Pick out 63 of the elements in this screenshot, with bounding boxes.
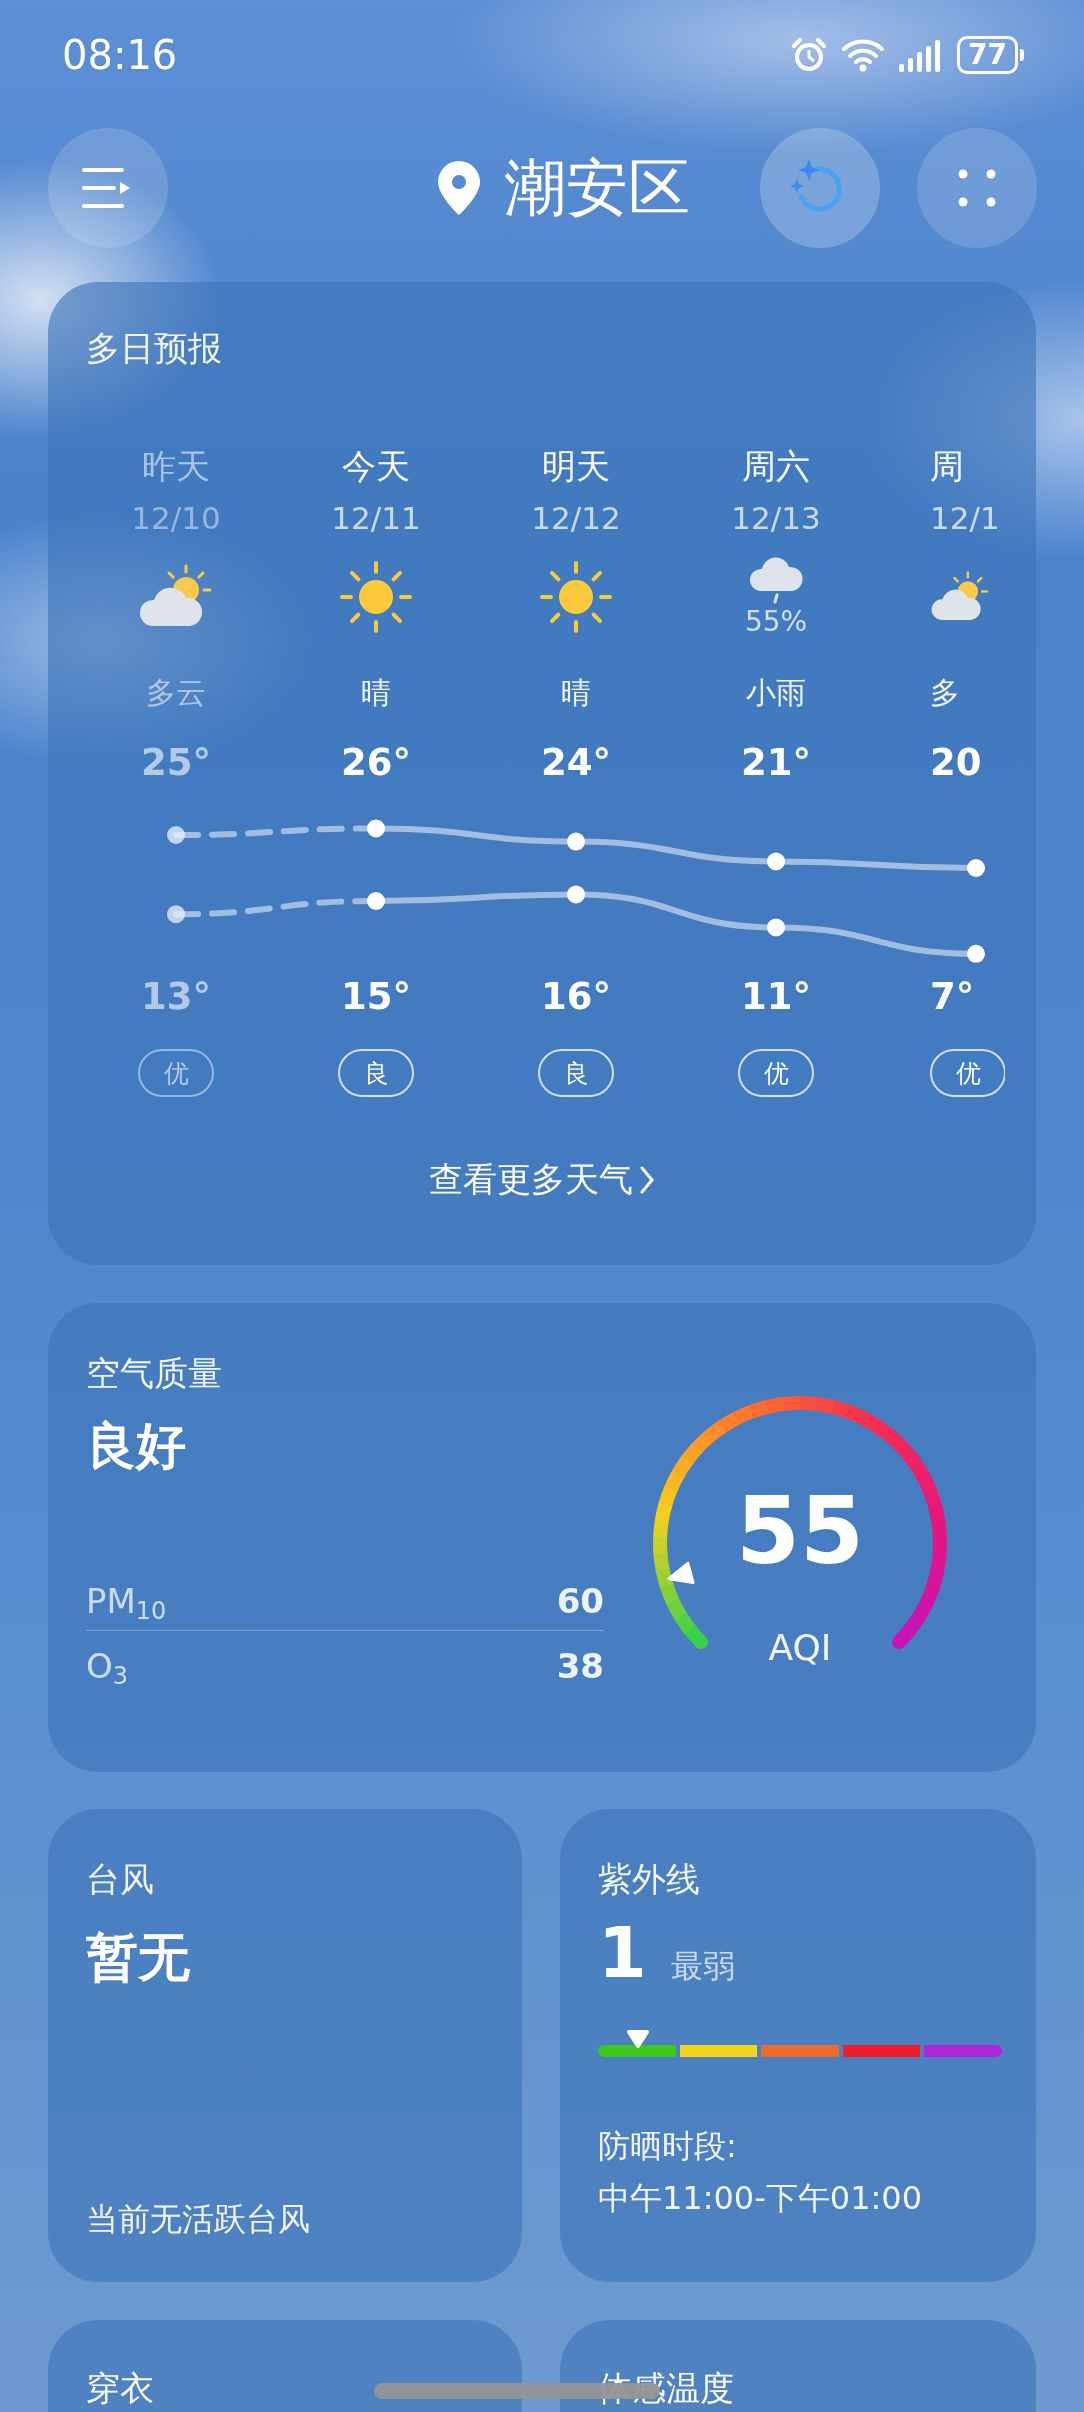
weather-condition: 多云	[146, 675, 206, 711]
card-title: 空气质量	[86, 1352, 223, 1395]
low-temperature: 7°	[930, 975, 975, 1019]
city-name: 潮安区	[504, 150, 690, 226]
date-label: 12/11	[331, 500, 421, 536]
pollutant-name: O$_{3}$	[86, 1645, 129, 1692]
day-label: 明天	[542, 446, 610, 486]
aqi-pointer	[667, 1561, 695, 1585]
chevron-right-icon	[639, 1165, 655, 1195]
pollutant-value: 60	[556, 1580, 604, 1623]
status-time: 08:16	[62, 32, 178, 78]
aqi-badge: 良	[538, 1049, 614, 1097]
low-temperature: 15°	[341, 975, 411, 1019]
uv-rating: 最弱	[670, 1946, 735, 1987]
date-label: 12/12	[531, 500, 621, 536]
battery-level: 77	[957, 36, 1018, 74]
low-temperature: 16°	[541, 975, 611, 1019]
card-title: 台风	[86, 1858, 155, 1901]
date-label: 12/13	[731, 500, 821, 536]
high-temperature: 20	[930, 741, 982, 785]
aqi-value: 55	[736, 1477, 864, 1587]
day-label: 周六	[742, 446, 810, 486]
wifi-icon	[841, 37, 886, 73]
precipitation-chance: 55%	[744, 604, 808, 638]
pollutant-value: 38	[556, 1645, 604, 1688]
day-label: 昨天	[142, 446, 210, 486]
air-quality-status: 良好	[86, 1416, 187, 1477]
dots-icon	[958, 169, 996, 207]
typhoon-status: 暂无	[86, 1926, 191, 1989]
aqi-label: AQI	[768, 1627, 832, 1668]
card-title: 多日预报	[85, 327, 223, 370]
sun-icon	[537, 558, 615, 636]
date-label: 12/10	[131, 500, 221, 536]
weather-condition: 晴	[561, 675, 591, 711]
sun-protection-label: 防晒时段:	[598, 2126, 738, 2167]
date-label: 12/1	[930, 500, 1000, 536]
high-temperature: 26°	[341, 741, 411, 785]
weather-condition: 多	[930, 675, 960, 711]
aqi-badge: 优	[138, 1049, 214, 1097]
low-temperature: 13°	[141, 975, 211, 1019]
more-weather-link[interactable]: 查看更多天气	[429, 1157, 655, 1203]
low-temperature: 11°	[741, 975, 811, 1019]
rain-cloud-icon	[748, 556, 804, 605]
alarm-clock-icon	[791, 37, 828, 73]
aqi-badge: 良	[338, 1049, 414, 1097]
weather-condition: 晴	[361, 675, 391, 711]
high-temperature: 21°	[741, 741, 811, 785]
sun-protection-time: 中午11:00-下午01:00	[598, 2178, 923, 2219]
uv-index: 1	[598, 1913, 647, 1993]
aqi-badge: 优	[738, 1049, 814, 1097]
day-label: 今天	[342, 446, 410, 486]
card-title: 紫外线	[598, 1858, 701, 1901]
high-temperature: 25°	[141, 741, 211, 785]
typhoon-note: 当前无活跃台风	[86, 2199, 311, 2240]
weather-condition: 小雨	[746, 675, 806, 711]
location-pin-icon	[436, 159, 482, 217]
battery-tip	[1020, 49, 1024, 61]
day-label: 周	[930, 446, 964, 486]
card-title: 穿衣	[86, 2367, 155, 2410]
sun-icon	[337, 558, 415, 636]
pollutant-name: PM$_{10}$	[86, 1580, 167, 1627]
high-temperature: 24°	[541, 741, 611, 785]
aqi-badge: 优	[930, 1049, 1005, 1097]
